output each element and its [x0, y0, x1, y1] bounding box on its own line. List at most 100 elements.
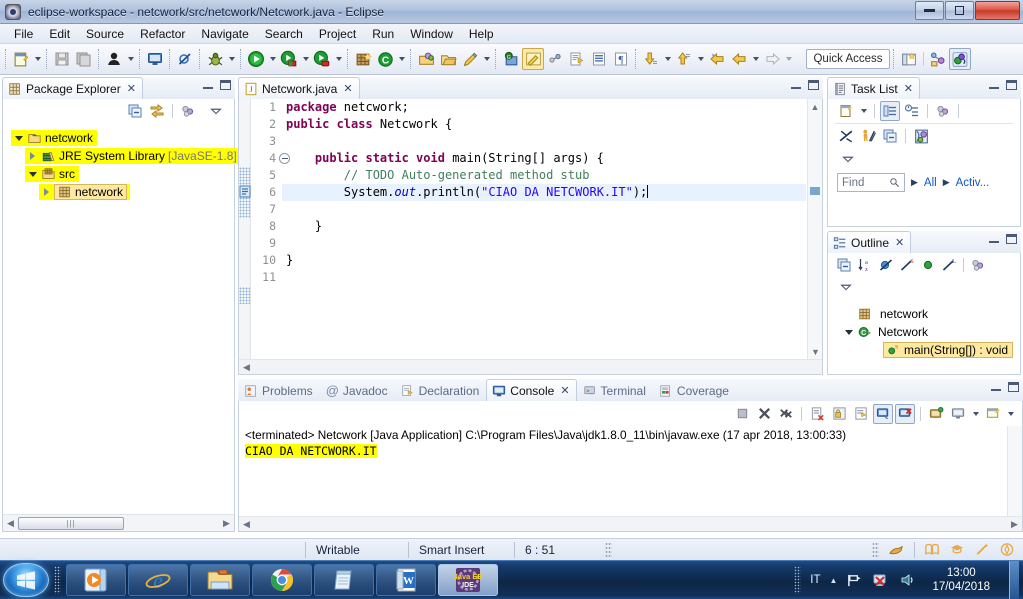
- remove-icon[interactable]: [754, 404, 774, 424]
- tab-package-explorer[interactable]: Package Explorer ✕: [2, 77, 143, 99]
- code-line[interactable]: public static void main(String[] args) {: [282, 150, 806, 167]
- collapse-all-icon[interactable]: [880, 126, 900, 146]
- class-icon[interactable]: C: [374, 48, 396, 70]
- tab-javadoc[interactable]: @ Javadoc: [320, 379, 395, 401]
- open-console-icon[interactable]: [983, 404, 1003, 424]
- outline-item-netcwork-class[interactable]: C Netcwork: [832, 323, 1020, 341]
- filter-all[interactable]: All: [924, 177, 937, 189]
- external-tools-dropdown-icon[interactable]: [333, 48, 344, 70]
- filter-arrow-icon[interactable]: ▶: [911, 177, 918, 188]
- clear-console-icon[interactable]: [807, 404, 827, 424]
- show-console-icon[interactable]: [873, 403, 893, 424]
- new-file-dropdown-icon[interactable]: [32, 48, 43, 70]
- tab-console[interactable]: Console ✕: [486, 379, 577, 401]
- display-console-icon[interactable]: [948, 404, 968, 424]
- tray-language[interactable]: IT: [810, 574, 820, 586]
- minimize-icon[interactable]: [791, 81, 801, 89]
- menu-project[interactable]: Project: [311, 25, 364, 43]
- console-vscrollbar[interactable]: [1007, 426, 1022, 516]
- code-line[interactable]: // TODO Auto-generated method stub: [282, 167, 806, 184]
- tab-task-list[interactable]: Task List ✕: [827, 77, 920, 99]
- taskbar-windows-media-player[interactable]: [66, 564, 126, 596]
- scroll-up-icon[interactable]: ▲: [808, 99, 822, 114]
- taskbar-notepad[interactable]: [314, 564, 374, 596]
- monitor-icon[interactable]: [144, 48, 166, 70]
- display-console-dropdown-icon[interactable]: [970, 403, 981, 425]
- menu-search[interactable]: Search: [257, 25, 311, 43]
- outline-item-main-method[interactable]: S main(String[]) : void: [832, 341, 1020, 359]
- user-dropdown-icon[interactable]: [125, 48, 136, 70]
- network-error-icon[interactable]: [872, 572, 890, 588]
- menu-file[interactable]: File: [6, 25, 41, 43]
- search-icon[interactable]: G: [500, 48, 522, 70]
- external-tools-icon[interactable]: [311, 48, 333, 70]
- taskbar-microsoft-word[interactable]: W: [376, 564, 436, 596]
- focus-icon[interactable]: [933, 101, 953, 121]
- taskbar-file-explorer[interactable]: [190, 564, 250, 596]
- coverage-dropdown-icon[interactable]: [300, 48, 311, 70]
- remove-all-icon[interactable]: [776, 404, 796, 424]
- close-icon[interactable]: ✕: [895, 236, 904, 249]
- tree-item-netcwork-project[interactable]: netcwork: [9, 129, 234, 147]
- down-arrow-icon[interactable]: [640, 48, 662, 70]
- focus-task-icon[interactable]: [178, 101, 198, 121]
- pencil-icon[interactable]: [459, 48, 481, 70]
- pin-console-icon[interactable]: [926, 404, 946, 424]
- breakpoint-skip-icon[interactable]: [174, 48, 196, 70]
- expand-twisty-icon[interactable]: [843, 327, 854, 338]
- editor-hscrollbar[interactable]: ◀ ▶: [239, 359, 822, 387]
- java-perspective-icon[interactable]: [927, 48, 949, 70]
- console-hscrollbar[interactable]: ◀ ▶: [239, 516, 1022, 531]
- view-menu-icon[interactable]: [838, 149, 858, 169]
- scroll-right-icon[interactable]: ▶: [219, 518, 234, 529]
- bug-icon[interactable]: [204, 48, 226, 70]
- scheduled-icon[interactable]: [902, 101, 922, 121]
- tab-netcwork-java[interactable]: J Netcwork.java ✕: [238, 77, 360, 99]
- graduation-icon[interactable]: [949, 542, 965, 557]
- taskbar-grip[interactable]: [54, 566, 61, 594]
- code-line[interactable]: [282, 133, 806, 150]
- open-type-icon[interactable]: [415, 48, 437, 70]
- scroll-right-icon[interactable]: ▶: [1007, 519, 1022, 530]
- taskbar-internet-explorer[interactable]: e: [128, 564, 188, 596]
- expand-twisty-icon[interactable]: [27, 169, 38, 180]
- new-file-icon[interactable]: [10, 48, 32, 70]
- quick-access-input[interactable]: Quick Access: [806, 49, 890, 69]
- new-task-icon[interactable]: [836, 101, 856, 121]
- tab-coverage[interactable]: Coverage: [653, 379, 736, 401]
- minimize-icon[interactable]: [991, 383, 1001, 391]
- restore-tasks-icon[interactable]: [911, 126, 931, 146]
- close-icon[interactable]: ✕: [343, 82, 352, 95]
- code-line[interactable]: package netcwork;: [282, 99, 806, 116]
- link-icon[interactable]: [544, 48, 566, 70]
- maximize-icon[interactable]: [1008, 382, 1019, 392]
- down-arrow-dropdown-icon[interactable]: [662, 48, 673, 70]
- restore-icon[interactable]: [858, 126, 878, 146]
- package-explorer-hscrollbar[interactable]: ◀ ||| ▶: [3, 514, 234, 531]
- forward-dropdown-icon[interactable]: [783, 48, 794, 70]
- sort-az-icon[interactable]: a z: [855, 255, 875, 275]
- view-menu-icon[interactable]: [206, 101, 226, 121]
- code-line[interactable]: [282, 201, 806, 218]
- hide-fields-icon[interactable]: [876, 255, 896, 275]
- collapse-all-icon[interactable]: [125, 101, 145, 121]
- expand-twisty-icon[interactable]: [41, 187, 52, 198]
- tab-problems[interactable]: Problems: [238, 379, 320, 401]
- shield-icon[interactable]: [999, 542, 1015, 557]
- filter-arrow-icon-2[interactable]: ▶: [943, 177, 950, 188]
- code-line[interactable]: }: [282, 218, 806, 235]
- debug-dropdown-icon[interactable]: [226, 48, 237, 70]
- code-line[interactable]: [282, 269, 806, 286]
- word-wrap-icon[interactable]: [851, 404, 871, 424]
- menu-navigate[interactable]: Navigate: [193, 25, 256, 43]
- expand-twisty-icon[interactable]: [13, 133, 24, 144]
- hide-local-icon[interactable]: L: [939, 255, 959, 275]
- next-annotation-icon[interactable]: [566, 48, 588, 70]
- synchronize-icon[interactable]: [836, 126, 856, 146]
- expand-twisty-icon[interactable]: [27, 151, 38, 162]
- tab-terminal[interactable]: >_ Terminal: [577, 379, 653, 401]
- run-dropdown-icon[interactable]: [267, 48, 278, 70]
- forward-arrow-icon[interactable]: [761, 48, 783, 70]
- pencil-status-icon[interactable]: [888, 542, 905, 557]
- coverage-icon[interactable]: [278, 48, 300, 70]
